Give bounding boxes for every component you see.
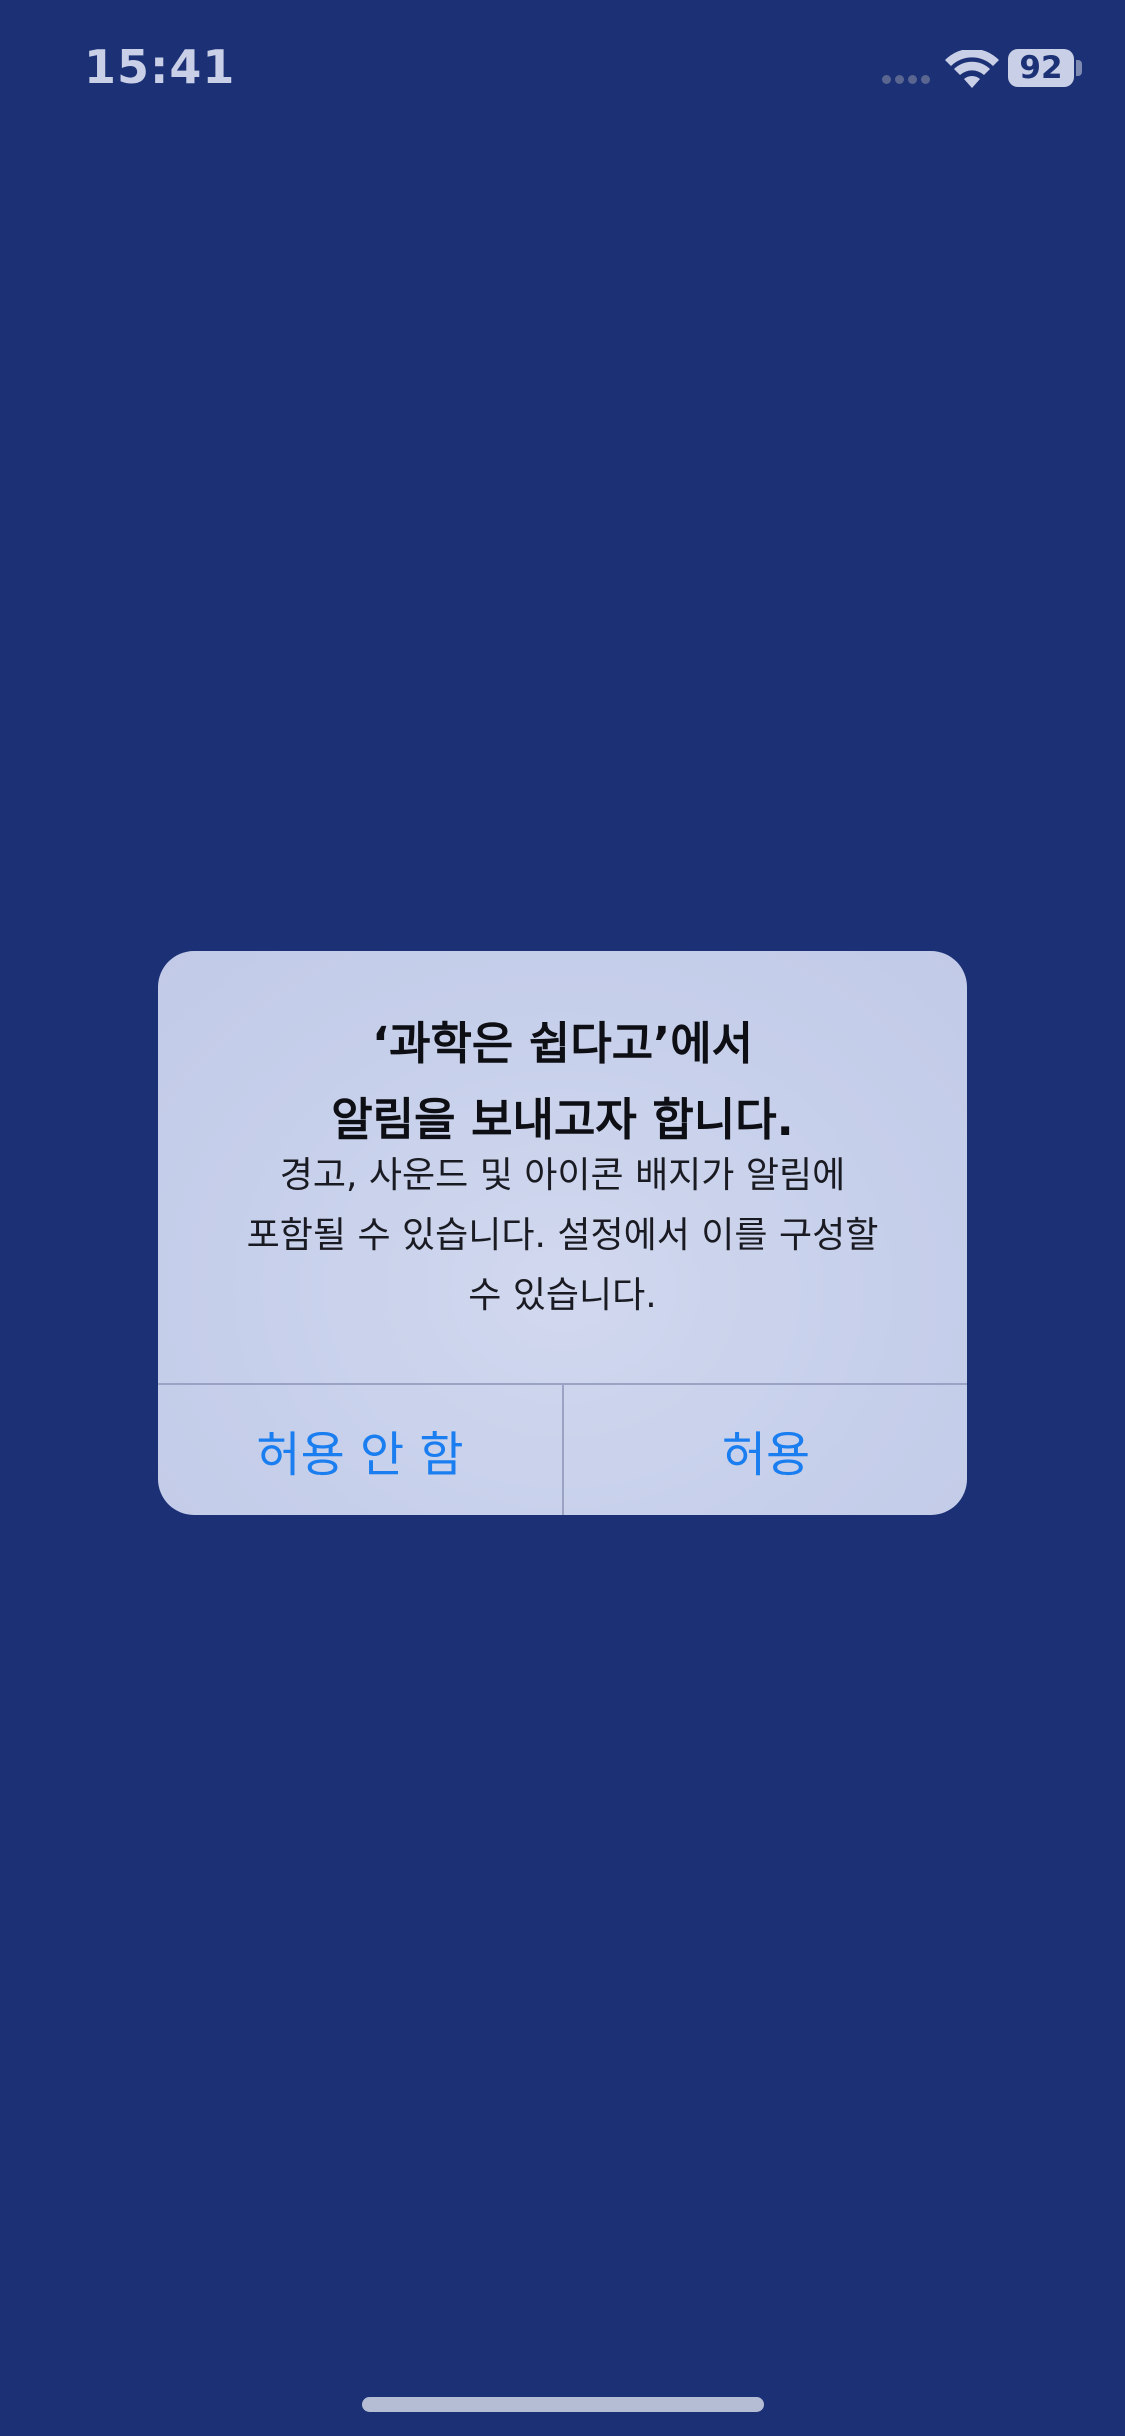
- notification-permission-alert: ‘과학은 쉽다고’에서 알림을 보내고자 합니다. 경고, 사운드 및 아이콘 …: [158, 951, 967, 1515]
- alert-message-line-3: 수 있습니다.: [468, 1275, 657, 1316]
- alert-message: 경고, 사운드 및 아이콘 배지가 알림에 포함될 수 있습니다. 설정에서 이…: [218, 1146, 907, 1326]
- battery-icon: 92: [1008, 49, 1074, 87]
- alert-message-line-1: 경고, 사운드 및 아이콘 배지가 알림에: [279, 1155, 846, 1196]
- alert-title-line-1: ‘과학은 쉽다고’에서: [371, 1017, 754, 1070]
- home-indicator[interactable]: [362, 2397, 764, 2412]
- alert-title: ‘과학은 쉽다고’에서 알림을 보내고자 합니다.: [198, 1006, 927, 1158]
- battery-tip: [1076, 60, 1082, 76]
- status-time: 15:41: [84, 40, 236, 94]
- alert-message-line-2: 포함될 수 있습니다. 설정에서 이를 구성할: [246, 1215, 879, 1256]
- status-bar: 15:41 92: [0, 0, 1125, 140]
- cellular-signal-icon: [882, 75, 930, 84]
- battery-level: 92: [1019, 50, 1063, 86]
- wifi-icon: [945, 50, 999, 88]
- alert-body: ‘과학은 쉽다고’에서 알림을 보내고자 합니다. 경고, 사운드 및 아이콘 …: [158, 951, 967, 1383]
- allow-button[interactable]: 허용: [564, 1385, 967, 1515]
- dont-allow-button[interactable]: 허용 안 함: [158, 1385, 562, 1515]
